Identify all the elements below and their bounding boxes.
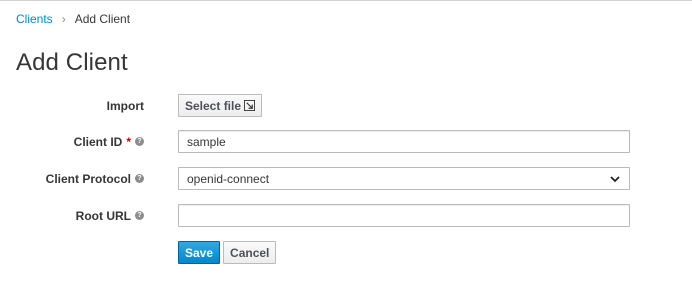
root-url-label: Root URL ? [0,209,144,223]
root-url-row: Root URL ? [0,204,692,227]
select-file-button[interactable]: Select file [178,94,263,117]
client-protocol-row: Client Protocol ? openid-connect [0,167,692,190]
required-asterisk: * [126,134,131,149]
help-icon[interactable]: ? [135,211,144,220]
client-protocol-select[interactable]: openid-connect [178,167,630,190]
breadcrumb-separator: › [61,12,66,26]
root-url-input[interactable] [178,204,630,227]
breadcrumb-current: Add Client [74,12,131,26]
help-icon[interactable]: ? [135,174,144,183]
select-file-label: Select file [185,98,242,113]
root-url-label-text: Root URL [75,208,131,223]
page-title: Add Client [16,49,128,76]
client-id-label-text: Client ID [73,134,123,149]
form-actions: Save Cancel [0,241,692,264]
add-client-page: Clients › Add Client Add Client Import S… [0,0,692,284]
breadcrumb-clients-link[interactable]: Clients [16,12,53,26]
breadcrumb: Clients › Add Client [16,12,130,26]
client-id-label: Client ID * ? [0,135,144,149]
import-row: Import Select file [0,94,692,117]
import-label: Import [0,99,144,113]
client-id-row: Client ID * ? [0,130,692,153]
cancel-button[interactable]: Cancel [223,241,277,264]
save-button[interactable]: Save [178,241,221,264]
client-protocol-label: Client Protocol ? [0,172,144,186]
file-select-icon [244,100,256,111]
chevron-down-icon [610,175,620,182]
client-protocol-label-text: Client Protocol [45,171,131,186]
client-protocol-selected: openid-connect [187,171,270,186]
help-icon[interactable]: ? [135,137,144,146]
import-label-text: Import [106,98,144,113]
client-id-input[interactable] [178,130,630,153]
